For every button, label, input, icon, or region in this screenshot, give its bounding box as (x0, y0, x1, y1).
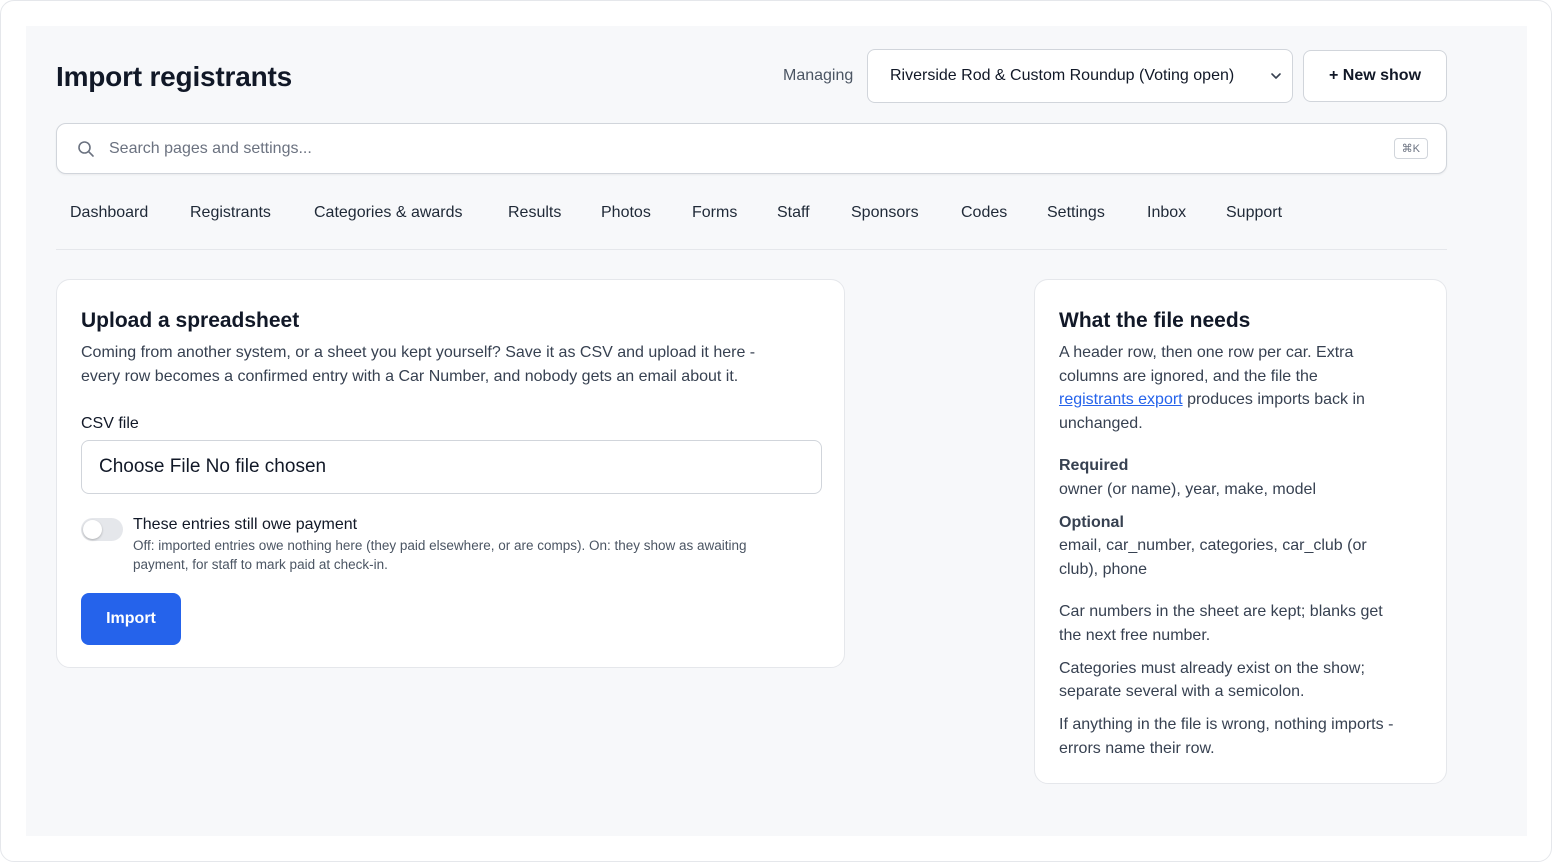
page-canvas: Import registrants Managing Riverside Ro… (26, 26, 1527, 836)
nav-item-dashboard[interactable]: Dashboard (70, 204, 148, 222)
file-status: No file chosen (205, 456, 327, 477)
toggle-knob (83, 520, 102, 539)
search-bar[interactable]: Search pages and settings... ⌘K (56, 123, 1447, 174)
nav-item-support[interactable]: Support (1226, 204, 1282, 222)
nav-item-staff[interactable]: Staff (777, 204, 810, 222)
note-errors-line1: If anything in the file is wrong, nothin… (1059, 716, 1394, 733)
registrants-export-link[interactable]: registrants export (1059, 391, 1183, 408)
search-icon (78, 141, 94, 157)
payment-toggle-help-line1: Off: imported entries owe nothing here (… (133, 538, 747, 553)
new-show-button[interactable]: + New show (1303, 50, 1447, 102)
requirements-intro-line1: A header row, then one row per car. Extr… (1059, 344, 1354, 361)
note-categories-line1: Categories must already exist on the sho… (1059, 660, 1365, 677)
requirements-intro-line2: columns are ignored, and the file the (1059, 368, 1318, 385)
import-button[interactable]: Import (81, 593, 181, 645)
upload-card: Upload a spreadsheet Coming from another… (56, 279, 845, 668)
nav-item-categories-awards[interactable]: Categories & awards (314, 204, 463, 222)
managing-label: Managing (783, 67, 854, 84)
chevron-down-icon (1271, 73, 1281, 79)
page-title: Import registrants (56, 61, 292, 92)
required-label: Required (1059, 457, 1129, 474)
payment-toggle-label: These entries still owe payment (133, 516, 358, 533)
choose-file-button[interactable]: Choose File (99, 456, 200, 478)
upload-description-line2: every row becomes a confirmed entry with… (81, 368, 739, 385)
optional-fields-line1: email, car_number, categories, car_club … (1059, 537, 1367, 554)
note-categories-line2: separate several with a semicolon. (1059, 683, 1305, 700)
nav-item-photos[interactable]: Photos (601, 204, 651, 222)
show-select[interactable]: Riverside Rod & Custom Roundup (Voting o… (867, 49, 1293, 103)
upload-description-line1: Coming from another system, or a sheet y… (81, 344, 756, 361)
note-car-numbers-line1: Car numbers in the sheet are kept; blank… (1059, 603, 1383, 620)
note-car-numbers-line2: the next free number. (1059, 627, 1211, 644)
nav-item-sponsors[interactable]: Sponsors (851, 204, 919, 222)
nav-item-results[interactable]: Results (508, 204, 561, 222)
show-select-value: Riverside Rod & Custom Roundup (Voting o… (890, 67, 1235, 84)
app-frame: Import registrants Managing Riverside Ro… (0, 0, 1552, 862)
csv-file-label: CSV file (81, 415, 139, 432)
requirements-intro-line3: registrants export produces imports back… (1059, 388, 1365, 412)
optional-label: Optional (1059, 514, 1124, 531)
nav-item-inbox[interactable]: Inbox (1147, 204, 1186, 222)
main-nav: Dashboard Registrants Categories & award… (56, 198, 1447, 250)
search-input[interactable]: Search pages and settings... (109, 140, 312, 158)
file-requirements-card: What the file needs A header row, then o… (1034, 279, 1447, 784)
nav-item-codes[interactable]: Codes (961, 204, 1007, 222)
nav-item-settings[interactable]: Settings (1047, 204, 1105, 222)
upload-title: Upload a spreadsheet (81, 309, 300, 332)
csv-file-input[interactable]: Choose File No file chosen (81, 440, 822, 494)
requirements-intro-line3-rest: produces imports back in (1187, 391, 1365, 408)
requirements-intro-line4: unchanged. (1059, 415, 1143, 432)
requirements-title: What the file needs (1059, 309, 1251, 332)
note-errors-line2: errors name their row. (1059, 740, 1215, 757)
nav-item-registrants[interactable]: Registrants (190, 204, 271, 222)
keyboard-shortcut-badge: ⌘K (1393, 138, 1428, 159)
payment-toggle[interactable] (81, 518, 123, 541)
nav-item-forms[interactable]: Forms (692, 204, 737, 222)
required-fields: owner (or name), year, make, model (1059, 481, 1316, 498)
payment-toggle-help-line2: payment, for staff to mark paid at check… (133, 557, 388, 572)
optional-fields-line2: club), phone (1059, 561, 1148, 578)
